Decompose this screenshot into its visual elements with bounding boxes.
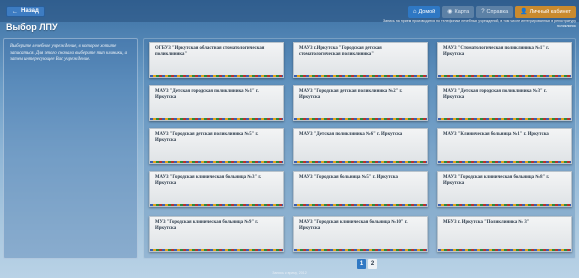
facility-name: МАУЗ "Городская клиническая больница №3"… — [155, 175, 262, 186]
facility-name: МАУЗ "Стоматологическая поликлиника №1" … — [443, 46, 550, 57]
card-stripe — [294, 118, 427, 120]
arrow-left-icon: ← — [12, 8, 18, 15]
facility-name: МУЗ "Городская клиническая больница №9" … — [155, 220, 259, 231]
facility-card[interactable]: МАУЗ "Городская детская поликлиника №5" … — [149, 128, 284, 164]
info-panel: Выберите лечебное учреждение, в которое … — [3, 38, 138, 259]
facility-card[interactable]: МАУЗ "Клиническая больница №1" г. Иркутс… — [437, 128, 572, 164]
personal-cabinet-button[interactable]: 👤 Личный кабинет — [515, 6, 576, 18]
info-text: Выберите лечебное учреждение, в которое … — [10, 44, 128, 63]
page-button-1[interactable]: 1 — [357, 259, 366, 269]
pagination: 1 2 — [357, 259, 377, 269]
facility-card[interactable]: ОГБУЗ "Иркутская областная стоматологиче… — [149, 42, 284, 78]
facility-card[interactable]: МАУЗ "Детская городская поликлиника №1" … — [149, 85, 284, 121]
card-stripe — [438, 118, 571, 120]
card-stripe — [150, 75, 283, 77]
facility-card[interactable]: МАУЗ "Городская клиническая больница №3"… — [149, 171, 284, 207]
card-stripe — [150, 204, 283, 206]
facility-name: ОГБУЗ "Иркутская областная стоматологиче… — [155, 46, 265, 57]
card-stripe — [438, 75, 571, 77]
home-icon: ⌂ — [412, 9, 417, 15]
back-button[interactable]: ← Назад — [6, 6, 45, 17]
facility-card[interactable]: МАУЗ "Стоматологическая поликлиника №1" … — [437, 42, 572, 78]
home-button-label: Домой — [418, 9, 436, 15]
card-stripe — [294, 75, 427, 77]
card-stripe — [438, 249, 571, 251]
facility-name: МАУЗ "Городская больница №5" г. Иркутска — [299, 175, 398, 180]
globe-icon: ◉ — [447, 9, 453, 15]
facility-card[interactable]: МБУЗ г. Иркутска "Поликлиника № 3" — [437, 216, 572, 252]
help-button-label: Справка — [486, 9, 509, 15]
facility-name: МАУЗ "Детская поликлиника №6" г. Иркутск… — [299, 132, 403, 137]
card-stripe — [438, 204, 571, 206]
card-stripe — [150, 249, 283, 251]
facility-card[interactable]: МАУЗ "Детская поликлиника №6" г. Иркутск… — [293, 128, 428, 164]
facility-card[interactable]: МУЗ "Городская клиническая больница №9" … — [149, 216, 284, 252]
card-stripe — [150, 161, 283, 163]
top-actions: ⌂ Домой ◉ Карта ? Справка 👤 Личный кабин… — [407, 6, 576, 18]
page-title: Выбор ЛПУ — [6, 22, 58, 32]
page-button-2[interactable]: 2 — [368, 259, 377, 269]
footer-text: Запись к врачу, 2012 — [272, 271, 307, 275]
facility-name: МАУЗ "Городская клиническая больница №8"… — [443, 175, 550, 186]
facility-card[interactable]: МАУЗ г.Иркутска "Городская детская стома… — [293, 42, 428, 78]
help-button[interactable]: ? Справка — [476, 6, 514, 18]
card-stripe — [150, 118, 283, 120]
facility-card[interactable]: МАУЗ "Городская клиническая больница №10… — [293, 216, 428, 252]
back-button-label: Назад — [21, 8, 39, 14]
facility-name: МАУЗ "Городская детская поликлиника №5" … — [155, 132, 259, 143]
card-stripe — [438, 161, 571, 163]
facility-grid: ОГБУЗ "Иркутская областная стоматологиче… — [143, 38, 576, 259]
home-button[interactable]: ⌂ Домой — [407, 6, 441, 18]
facility-name: МАУЗ г.Иркутска "Городская детская стома… — [299, 46, 382, 57]
facility-name: МАУЗ "Городская клиническая больница №10… — [299, 220, 408, 231]
facility-card[interactable]: МАУЗ "Городская клиническая больница №8"… — [437, 171, 572, 207]
map-button[interactable]: ◉ Карта — [442, 6, 475, 18]
card-stripe — [294, 204, 427, 206]
personal-cabinet-button-label: Личный кабинет — [529, 9, 571, 15]
facility-name: МБУЗ г. Иркутска "Поликлиника № 3" — [443, 220, 530, 225]
facility-name: МАУЗ "Клиническая больница №1" г. Иркутс… — [443, 132, 549, 137]
facility-name: МАУЗ "Детская городская поликлиника №3" … — [443, 89, 547, 100]
facility-card[interactable]: МАУЗ "Детская городская поликлиника №3" … — [437, 85, 572, 121]
notice-text: Запись на прием производится по телефона… — [383, 19, 576, 28]
facility-card[interactable]: МАУЗ "Городская детская поликлиника №2" … — [293, 85, 428, 121]
question-icon: ? — [481, 9, 485, 15]
user-icon: 👤 — [520, 9, 528, 15]
card-stripe — [294, 161, 427, 163]
facility-name: МАУЗ "Детская городская поликлиника №1" … — [155, 89, 259, 100]
facility-card[interactable]: МАУЗ "Городская больница №5" г. Иркутска — [293, 171, 428, 207]
card-stripe — [294, 249, 427, 251]
facility-name: МАУЗ "Городская детская поликлиника №2" … — [299, 89, 403, 100]
map-button-label: Карта — [454, 9, 470, 15]
